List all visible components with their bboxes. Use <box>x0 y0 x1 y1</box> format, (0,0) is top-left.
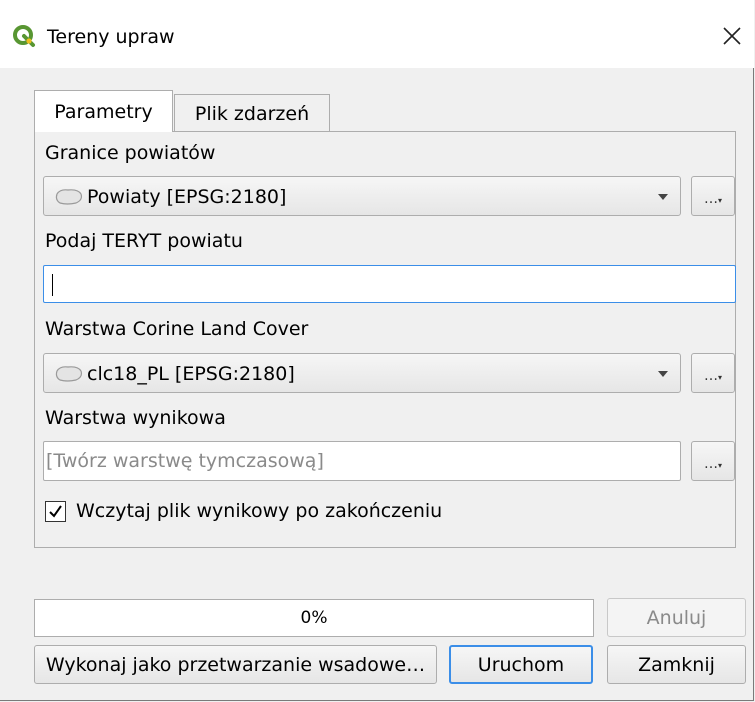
batch-process-label: Wykonaj jako przetwarzanie wsadowe… <box>45 653 426 676</box>
tab-plik-zdarzen[interactable]: Plik zdarzeń <box>174 94 330 132</box>
county-boundaries-value: Powiaty [EPSG:2180] <box>87 186 287 208</box>
cancel-button[interactable]: Anuluj <box>607 598 746 637</box>
text-caret <box>52 274 53 296</box>
close-window-button[interactable] <box>710 14 754 58</box>
output-layer-input[interactable]: [Twórz warstwę tymczasową] <box>43 441 681 481</box>
run-label: Uruchom <box>477 653 565 676</box>
progress-bar: 0% <box>34 599 594 637</box>
corine-combobox[interactable]: clc18_PL [EPSG:2180] <box>43 353 681 393</box>
close-button[interactable]: Zamknij <box>607 645 746 684</box>
corine-value: clc18_PL [EPSG:2180] <box>87 363 295 385</box>
browse-label: … <box>703 368 718 384</box>
county-boundaries-combobox[interactable]: Powiaty [EPSG:2180] <box>43 176 681 216</box>
close-icon <box>723 27 741 45</box>
output-layer-label: Warstwa wynikowa <box>45 407 226 429</box>
county-boundaries-label: Granice powiatów <box>45 142 216 164</box>
chevron-down-icon <box>658 194 668 200</box>
batch-process-button[interactable]: Wykonaj jako przetwarzanie wsadowe… <box>34 645 437 684</box>
tab-parametry-label: Parametry <box>54 100 153 123</box>
progress-text: 0% <box>300 608 328 628</box>
load-result-checkbox[interactable] <box>45 500 66 522</box>
output-layer-browse-button[interactable]: …▾ <box>691 441 735 481</box>
tab-parametry[interactable]: Parametry <box>34 90 173 132</box>
browse-label: … <box>703 191 718 207</box>
tab-plik-zdarzen-label: Plik zdarzeń <box>194 102 310 125</box>
small-dropdown-icon: ▾ <box>717 461 722 470</box>
chevron-down-icon <box>658 371 668 377</box>
title-bar: Tereny upraw <box>0 0 754 68</box>
county-boundaries-browse-button[interactable]: …▾ <box>691 176 735 216</box>
load-result-label: Wczytaj plik wynikowy po zakończeniu <box>76 500 443 522</box>
teryt-input[interactable] <box>43 265 736 303</box>
polygon-layer-icon <box>55 366 83 382</box>
small-dropdown-icon: ▾ <box>717 373 722 382</box>
corine-label: Warstwa Corine Land Cover <box>45 318 309 340</box>
close-label: Zamknij <box>638 653 715 676</box>
dialog-window: Tereny upraw Parametry Plik zdarzeń Gran… <box>0 0 754 701</box>
polygon-layer-icon <box>55 189 83 205</box>
small-dropdown-icon: ▾ <box>717 196 722 205</box>
teryt-label: Podaj TERYT powiatu <box>45 230 243 252</box>
load-result-row: Wczytaj plik wynikowy po zakończeniu <box>45 496 442 526</box>
run-button[interactable]: Uruchom <box>449 645 593 684</box>
cancel-label: Anuluj <box>646 606 707 629</box>
window-title: Tereny upraw <box>47 26 175 48</box>
output-layer-placeholder: [Twórz warstwę tymczasową] <box>46 450 324 472</box>
browse-label: … <box>703 456 718 472</box>
checkmark-icon <box>49 504 62 518</box>
qgis-logo-icon <box>13 25 35 47</box>
corine-browse-button[interactable]: …▾ <box>691 353 735 393</box>
